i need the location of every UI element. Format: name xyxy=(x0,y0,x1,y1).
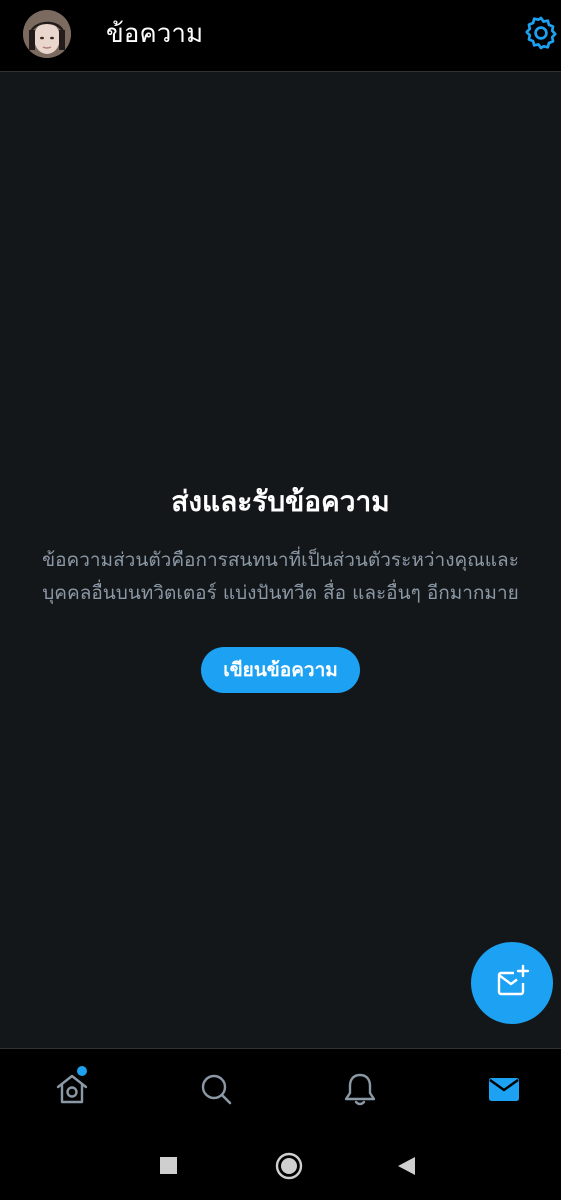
recents-square-icon xyxy=(160,1157,177,1174)
write-message-button[interactable]: เขียนข้อความ xyxy=(201,647,360,693)
tab-messages[interactable] xyxy=(484,1069,524,1109)
home-circle-icon xyxy=(275,1152,303,1180)
empty-state: ส่งและรับข้อความ ข้อความส่วนตัวคือการสนท… xyxy=(0,478,561,693)
envelope-icon xyxy=(489,1078,519,1101)
page-title: ข้อความ xyxy=(106,19,204,49)
tab-search[interactable] xyxy=(196,1069,236,1109)
user-avatar xyxy=(23,10,71,58)
gear-icon xyxy=(525,16,557,50)
new-message-fab[interactable] xyxy=(471,942,553,1024)
recents-button[interactable] xyxy=(159,1156,179,1180)
back-triangle-icon xyxy=(398,1157,415,1175)
empty-state-title: ส่งและรับข้อความ xyxy=(171,485,390,518)
empty-state-description: ข้อความส่วนตัวคือการสนทนาที่เป็นส่วนตัวร… xyxy=(42,549,519,604)
back-button[interactable] xyxy=(395,1155,417,1181)
tab-home[interactable] xyxy=(52,1066,92,1109)
bottom-navigation xyxy=(0,1048,561,1132)
system-navigation-bar xyxy=(0,1132,561,1200)
settings-button[interactable] xyxy=(522,14,560,52)
new-message-icon xyxy=(497,964,530,996)
bell-icon xyxy=(344,1073,376,1106)
notification-dot xyxy=(77,1066,87,1076)
tab-notifications[interactable] xyxy=(340,1069,380,1109)
system-home-button[interactable] xyxy=(274,1151,304,1185)
home-icon xyxy=(56,1074,88,1104)
avatar[interactable] xyxy=(23,10,71,58)
messages-screen: ข้อความ ส่งและรับข้อความ ข้อความส่วนตัวค… xyxy=(0,0,561,1200)
top-app-bar: ข้อความ xyxy=(0,0,561,72)
search-icon xyxy=(201,1074,232,1105)
